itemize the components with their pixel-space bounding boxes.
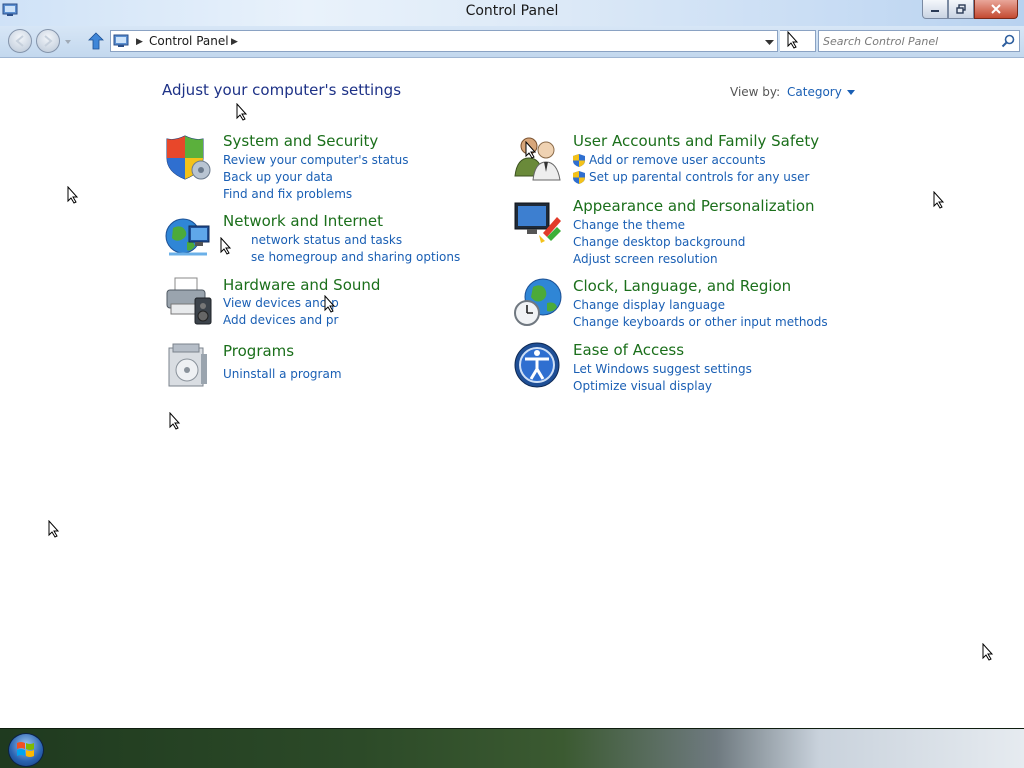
address-bar[interactable]: ▶ Control Panel ▶: [110, 30, 778, 52]
link-find-fix-problems[interactable]: Find and fix problems: [223, 186, 409, 203]
uac-shield-icon: [573, 171, 585, 184]
programs-box-icon[interactable]: [163, 342, 213, 392]
category-title-appearance[interactable]: Appearance and Personalization: [573, 197, 815, 215]
link-screen-resolution[interactable]: Adjust screen resolution: [573, 251, 745, 268]
chevron-down-icon[interactable]: [846, 89, 855, 95]
link-windows-suggest[interactable]: Let Windows suggest settings: [573, 361, 752, 378]
close-button[interactable]: [974, 0, 1018, 19]
link-network-status[interactable]: network status and tasks: [251, 232, 460, 249]
back-arrow-icon: [15, 35, 24, 47]
category-links: Change the theme Change desktop backgrou…: [573, 217, 745, 268]
network-globe-icon[interactable]: [163, 212, 213, 262]
up-arrow-icon[interactable]: [88, 32, 104, 50]
link-optimize-display[interactable]: Optimize visual display: [573, 378, 752, 395]
window-controls: [922, 0, 1018, 20]
start-button[interactable]: [8, 733, 44, 767]
cursor-icon: [220, 237, 232, 255]
control-panel-icon: [113, 34, 129, 47]
breadcrumb-control-panel[interactable]: Control Panel: [149, 34, 229, 48]
link-display-language[interactable]: Change display language: [573, 297, 828, 314]
breadcrumb-separator-icon[interactable]: ▶: [136, 37, 143, 47]
link-review-status[interactable]: Review your computer's status: [223, 152, 409, 169]
printer-speaker-icon[interactable]: [163, 276, 213, 326]
view-by-value[interactable]: Category: [787, 85, 842, 99]
category-title-network-internet[interactable]: Network and Internet: [223, 212, 383, 230]
category-links: Change display language Change keyboards…: [573, 297, 828, 331]
link-back-up-data[interactable]: Back up your data: [223, 169, 409, 186]
link-label[interactable]: Set up parental controls for any user: [589, 170, 809, 184]
category-links: network status and tasks se homegroup an…: [251, 232, 460, 266]
link-change-theme[interactable]: Change the theme: [573, 217, 745, 234]
shield-icon[interactable]: [163, 132, 213, 182]
category-title-user-accounts[interactable]: User Accounts and Family Safety: [573, 132, 819, 150]
breadcrumb-separator-icon[interactable]: ▶: [231, 37, 238, 47]
window-title: Control Panel: [465, 3, 559, 19]
view-by-dropdown[interactable]: Category: [787, 85, 855, 99]
search-input[interactable]: [823, 33, 995, 49]
category-links: Review your computer's status Back up yo…: [223, 152, 409, 203]
category-title-programs[interactable]: Programs: [223, 342, 294, 360]
cursor-icon: [236, 103, 248, 121]
forward-button[interactable]: [36, 29, 60, 53]
windows-logo-icon: [17, 742, 34, 757]
ease-of-access-icon[interactable]: [513, 341, 563, 391]
category-title-ease-access[interactable]: Ease of Access: [573, 341, 684, 359]
category-links: Uninstall a program: [223, 366, 342, 383]
cursor-icon: [67, 186, 79, 204]
title-bar: Control Panel: [0, 0, 1024, 26]
category-links: View devices and p Add devices and pr: [223, 295, 339, 329]
category-title-hardware-sound[interactable]: Hardware and Sound: [223, 276, 380, 294]
refresh-button[interactable]: [780, 30, 816, 52]
cursor-icon: [48, 520, 60, 538]
category-title-system-security[interactable]: System and Security: [223, 132, 378, 150]
navigation-bar: ▶ Control Panel ▶: [0, 26, 1024, 58]
link-add-devices[interactable]: Add devices and pr: [223, 312, 339, 329]
view-by-label: View by:: [730, 85, 781, 99]
category-links: Add or remove user accounts Set up paren…: [573, 152, 809, 186]
forward-arrow-icon: [44, 35, 53, 47]
recent-pages-dropdown-icon[interactable]: [64, 38, 72, 46]
uac-shield-icon: [573, 154, 585, 167]
link-uninstall-program[interactable]: Uninstall a program: [223, 366, 342, 383]
search-box[interactable]: [818, 30, 1020, 52]
restore-icon: [956, 4, 966, 14]
link-change-background[interactable]: Change desktop background: [573, 234, 745, 251]
clock-globe-icon[interactable]: [513, 277, 563, 327]
close-icon: [991, 4, 1001, 14]
restore-button[interactable]: [948, 0, 974, 19]
category-title-clock-language[interactable]: Clock, Language, and Region: [573, 277, 791, 295]
link-change-keyboards[interactable]: Change keyboards or other input methods: [573, 314, 828, 331]
link-parental-controls[interactable]: Set up parental controls for any user: [573, 169, 809, 186]
taskbar: [0, 728, 1024, 768]
link-view-devices[interactable]: View devices and p: [223, 295, 339, 312]
users-icon[interactable]: [513, 132, 563, 182]
category-links: Let Windows suggest settings Optimize vi…: [573, 361, 752, 395]
minimize-button[interactable]: [922, 0, 948, 19]
cursor-icon: [982, 643, 994, 661]
cursor-icon: [933, 191, 945, 209]
link-add-remove-accounts[interactable]: Add or remove user accounts: [573, 152, 809, 169]
monitor-paint-icon[interactable]: [513, 197, 563, 247]
search-icon[interactable]: [1001, 34, 1015, 48]
link-homegroup-sharing[interactable]: se homegroup and sharing options: [251, 249, 460, 266]
page-heading: Adjust your computer's settings: [162, 81, 402, 99]
back-button[interactable]: [8, 29, 32, 53]
minimize-icon: [931, 10, 939, 12]
address-dropdown-icon[interactable]: [765, 39, 774, 46]
link-label[interactable]: Add or remove user accounts: [589, 153, 766, 167]
cursor-icon: [169, 412, 181, 430]
